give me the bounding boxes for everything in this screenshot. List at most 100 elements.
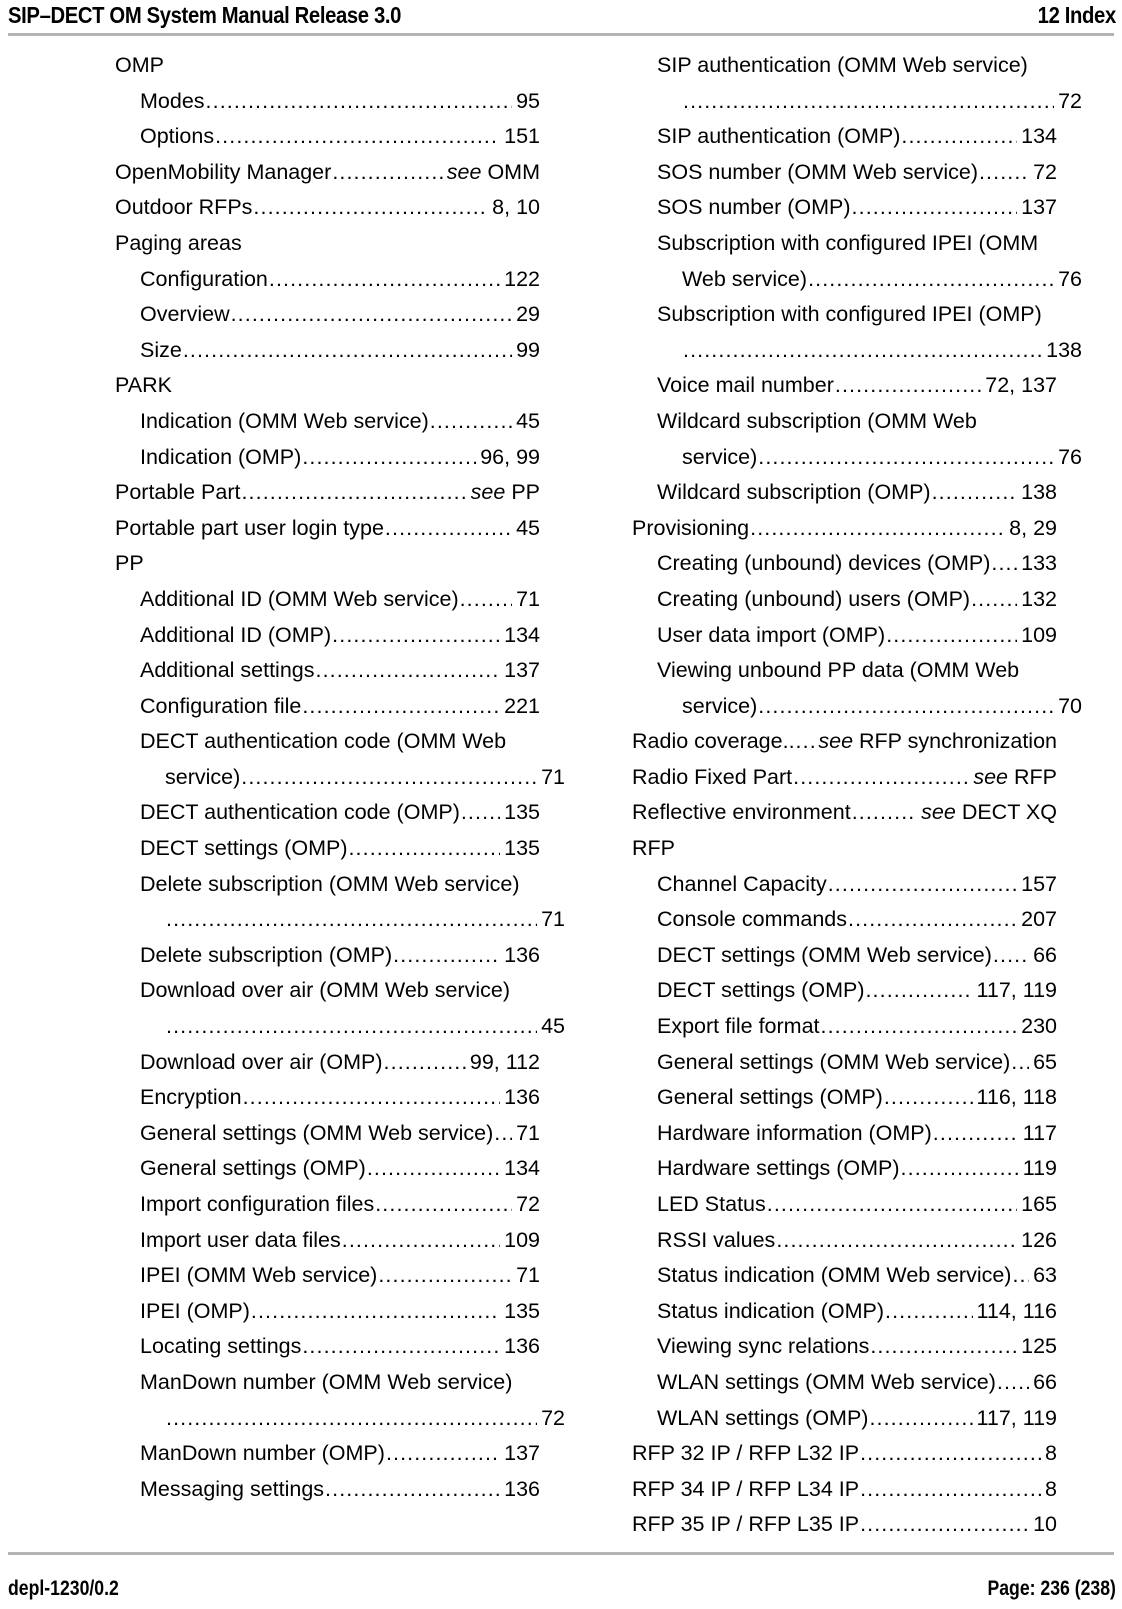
index-page-number: 72 xyxy=(516,1192,540,1216)
index-entry: Indication (OMP) 96, 99 xyxy=(115,440,540,476)
index-page-number: 135 xyxy=(504,836,540,861)
index-page-number: 207 xyxy=(1021,907,1057,932)
index-entry-label: SIP authentication (OMM Web service) xyxy=(657,53,1028,77)
index-entry: Messaging settings 136 xyxy=(115,1472,540,1508)
index-page-number: 136 xyxy=(504,1085,540,1110)
index-entry-line: DECT settings (OMM Web service) 66 xyxy=(657,938,1057,974)
index-entry-label: Provisioning xyxy=(632,515,750,540)
index-entry-label: Additional ID (OMM Web service) xyxy=(140,586,459,611)
leader-dots xyxy=(993,938,1029,974)
index-entry: RSSI values 126 xyxy=(632,1223,1057,1259)
index-entry-line: Creating (unbound) devices (OMP) 133 xyxy=(657,546,1057,582)
leader-dots xyxy=(796,724,815,760)
index-entry-label: ManDown number (OMP) xyxy=(140,1441,385,1466)
index-entry-label: IPEI (OMP) xyxy=(140,1298,250,1323)
index-entry-label: SIP authentication (OMP) xyxy=(657,124,901,149)
index-entry-line: Options 151 xyxy=(140,119,540,155)
index-entry: ManDown number (OMM Web service) 72 xyxy=(115,1365,565,1436)
index-page-number: 119 xyxy=(1022,1156,1057,1181)
index-page-number: 136 xyxy=(504,1334,540,1359)
index-entry: Download over air (OMM Web service) 45 xyxy=(115,973,565,1044)
index-entry-line: Delete subscription (OMP) 136 xyxy=(140,938,540,974)
leader-dots xyxy=(852,795,917,831)
index-entry-line: Encryption 136 xyxy=(140,1080,540,1116)
index-entry-label: Viewing sync relations xyxy=(657,1334,870,1359)
index-page-number: 133 xyxy=(1021,551,1057,576)
index-entry: General settings (OMM Web service) 71 xyxy=(115,1116,540,1152)
leader-dots xyxy=(342,1223,500,1259)
index-cross-reference: see OMM xyxy=(446,159,540,184)
index-entry: Portable part user login type 45 xyxy=(115,511,540,547)
leader-dots xyxy=(901,1151,1019,1187)
index-entry: General settings (OMP) 116, 118 xyxy=(632,1080,1057,1116)
index-entry-line: Console commands 207 xyxy=(657,902,1057,938)
leader-dots xyxy=(251,1294,500,1330)
index-entry: Viewing sync relations 125 xyxy=(632,1329,1057,1365)
index-entry-line: DECT authentication code (OMP) 135 xyxy=(140,795,540,831)
index-entry-label: Outdoor RFPs xyxy=(115,195,253,220)
index-entry-label: DECT settings (OMM Web service) xyxy=(657,942,992,967)
index-entry-line: PP xyxy=(115,546,540,582)
index-entry: Radio Fixed Part see RFP xyxy=(632,760,1057,796)
index-cross-reference: see PP xyxy=(470,480,540,505)
leader-dots xyxy=(325,1472,500,1508)
index-entry-line: Subscription with configured IPEI (OMM xyxy=(657,226,1057,262)
index-entry-line: Wildcard subscription (OMM Web xyxy=(657,404,1057,440)
leader-dots xyxy=(860,1472,1041,1508)
index-page-number: 71 xyxy=(516,1263,540,1288)
header-divider xyxy=(8,33,1114,36)
index-page-number: 116, 118 xyxy=(976,1085,1058,1110)
index-entry-line: service) 70 xyxy=(657,689,1082,725)
index-entry-line: RFP xyxy=(632,831,1057,867)
index-entry-label: Import configuration files xyxy=(140,1192,375,1216)
index-entry: WLAN settings (OMP) 117, 119 xyxy=(632,1401,1057,1437)
index-entry: Hardware settings (OMP) 119 xyxy=(632,1151,1057,1187)
index-page-number: 76 xyxy=(1058,444,1082,469)
index-page-number: 72 xyxy=(1033,159,1057,184)
leader-dots xyxy=(835,368,981,404)
leader-dots xyxy=(758,689,1054,725)
index-entry: Channel Capacity 157 xyxy=(632,867,1057,903)
index-entry: Hardware information (OMP) 117 xyxy=(632,1116,1057,1152)
index-entry-label: Configuration xyxy=(140,266,268,291)
page-footer: depl-1230/0.2 Page: 236 (238) xyxy=(0,1560,1122,1609)
footer-divider xyxy=(8,1552,1114,1555)
index-entry-label: RFP 34 IP / RFP L34 IP xyxy=(632,1476,860,1501)
leader-dots xyxy=(386,1436,500,1472)
index-page-number: 134 xyxy=(504,622,540,647)
index-entry-line: Portable Part see PP xyxy=(115,475,540,511)
index-entry-line: 45 xyxy=(140,1009,565,1045)
index-entry-label: User data import (OMP) xyxy=(657,622,886,647)
index-entry-line: OMP xyxy=(115,48,540,84)
leader-dots xyxy=(997,1365,1029,1401)
index-entry-label: Viewing unbound PP data (OMM Web xyxy=(657,658,1020,683)
index-entry-label: RFP 32 IP / RFP L32 IP xyxy=(632,1441,860,1466)
index-entry-label: Web service) xyxy=(682,266,808,291)
index-page-number: 72 xyxy=(541,1405,565,1430)
index-entry: Import configuration files 72 xyxy=(115,1187,540,1223)
index-entry: IPEI (OMM Web service) 71 xyxy=(115,1258,540,1294)
index-page-number: 72, 137 xyxy=(985,373,1057,398)
index-entry: OMP xyxy=(115,48,540,84)
leader-dots xyxy=(860,1436,1041,1472)
see-keyword: see xyxy=(818,729,854,754)
leader-dots xyxy=(166,902,537,938)
index-entry: SIP authentication (OMM Web service) 72 xyxy=(632,48,1082,119)
index-entry: DECT authentication code (OMM Web service… xyxy=(115,724,565,796)
index-page-number: 134 xyxy=(504,1156,540,1181)
index-entry-label: Hardware settings (OMP) xyxy=(657,1156,900,1181)
leader-dots xyxy=(385,511,512,547)
index-page-number: 138 xyxy=(1021,480,1057,505)
index-entry-label: OMP xyxy=(115,53,164,77)
index-entry-line: Voice mail number 72, 137 xyxy=(657,368,1057,404)
leader-dots xyxy=(367,1151,500,1187)
index-page-number: 165 xyxy=(1021,1192,1057,1216)
index-entry-label: service) xyxy=(682,693,758,718)
see-keyword: see xyxy=(446,159,482,184)
leader-dots xyxy=(793,760,969,796)
leader-dots xyxy=(241,760,537,796)
leader-dots xyxy=(1012,1258,1029,1294)
index-entry-line: Radio Fixed Part see RFP xyxy=(632,760,1057,796)
index-entry-line: Provisioning 8, 29 xyxy=(632,511,1057,547)
index-page-number: 96, 99 xyxy=(480,444,540,469)
